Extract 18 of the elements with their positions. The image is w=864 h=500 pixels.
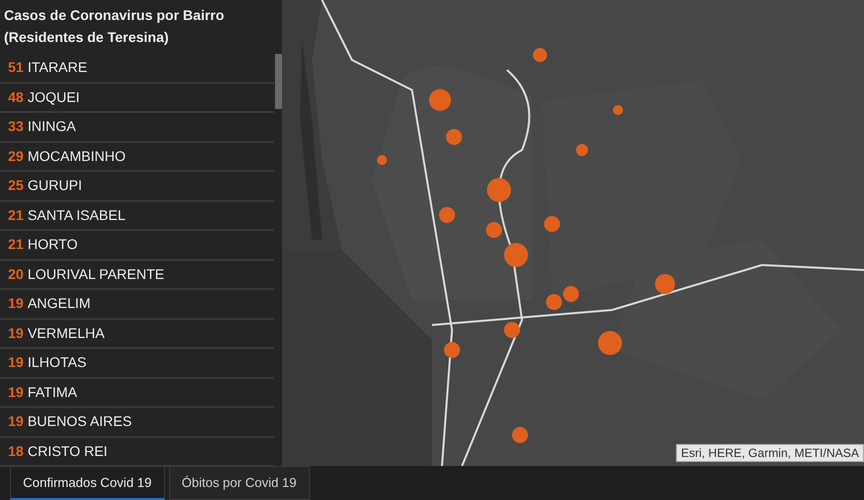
list-item[interactable]: 19 ILHOTAS [0, 349, 274, 378]
tab[interactable]: Óbitos por Covid 19 [168, 466, 310, 500]
list-item[interactable]: 25 GURUPI [0, 172, 274, 202]
scrollbar[interactable] [275, 54, 282, 109]
map-attribution: Esri, HERE, Garmin, METI/NASA [676, 444, 864, 462]
list-item[interactable]: 19 BUENOS AIRES [0, 408, 274, 438]
tab[interactable]: Confirmados Covid 19 [10, 466, 165, 500]
list-item[interactable]: 33 ININGA [0, 113, 274, 142]
list-item[interactable]: 19 FATIMA [0, 378, 274, 408]
list-item[interactable]: 19 VERMELHA [0, 320, 274, 349]
list-item[interactable]: 19 ANGELIM [0, 290, 274, 320]
list-item[interactable]: 29 MOCAMBINHO [0, 142, 274, 172]
list-item[interactable]: 20 LOURIVAL PARENTE [0, 260, 274, 290]
list-item[interactable]: 21 SANTA ISABEL [0, 202, 274, 231]
list-item[interactable]: 51 ITARARE [0, 54, 274, 84]
list-item[interactable]: 21 HORTO [0, 231, 274, 260]
list-title: Casos de Coronavirus por Bairro (Residentes de Teresina) [3, 6, 226, 47]
list-item[interactable]: 48 JOQUEI [0, 84, 274, 113]
